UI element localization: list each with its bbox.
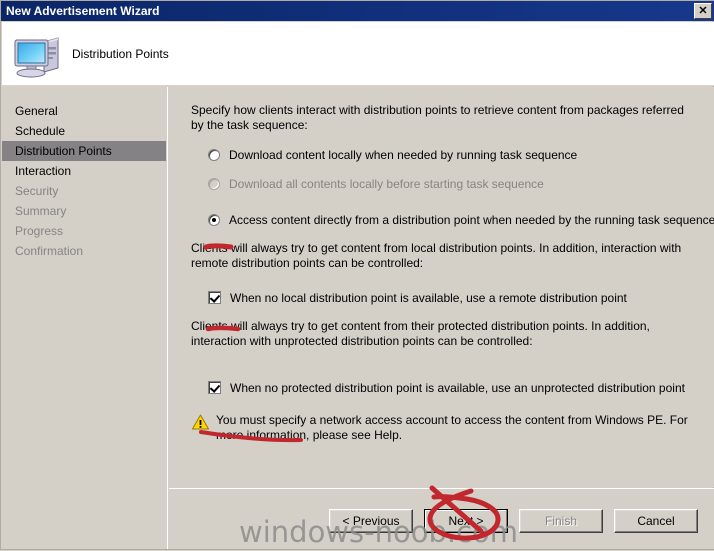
sidebar-item-general[interactable]: General [2, 101, 167, 121]
protected-distribution-note: Clients will always try to get content f… [191, 319, 650, 348]
sidebar-item-summary: Summary [15, 204, 67, 218]
title-bar: New Advertisement Wizard ✕ [1, 1, 714, 21]
checkbox-unprotected-row[interactable]: When no protected distribution point is … [191, 381, 698, 395]
computer-icon [10, 28, 66, 80]
intro-text: Specify how clients interact with distri… [191, 103, 684, 132]
local-distribution-note: Clients will always try to get content f… [191, 241, 682, 270]
checkbox-unprotected-label: When no protected distribution point is … [230, 381, 685, 395]
close-icon[interactable]: ✕ [694, 3, 712, 19]
radio-download-locally-row[interactable]: Download content locally when needed by … [191, 148, 698, 162]
checkbox-remote-row[interactable]: When no local distribution point is avai… [191, 291, 698, 305]
radio-download-all-label: Download all contents locally before sta… [229, 177, 544, 191]
finish-button: Finish [519, 509, 603, 533]
sidebar-item-interaction[interactable]: Interaction [2, 161, 167, 181]
previous-button[interactable]: < Previous [329, 509, 413, 533]
warning-triangle-icon [192, 414, 209, 430]
radio-download-all-row: Download all contents locally before sta… [191, 177, 698, 191]
sidebar-item-distribution-points[interactable]: Distribution Points [2, 141, 166, 161]
warning-message: You must specify a network access accoun… [191, 413, 692, 443]
radio-download-locally[interactable] [208, 149, 220, 161]
wizard-step-nav: General Schedule Distribution Points Int… [2, 87, 168, 549]
radio-access-directly-label: Access content directly from a distribut… [229, 213, 714, 227]
radio-access-directly[interactable] [208, 214, 220, 226]
next-button[interactable]: Next > [424, 509, 508, 533]
wizard-button-row: < Previous Next > Finish Cancel [169, 509, 714, 533]
checkbox-unprotected-distribution-point[interactable] [208, 381, 221, 394]
sidebar-item-security: Security [15, 184, 59, 198]
cancel-button[interactable]: Cancel [614, 509, 698, 533]
checkbox-remote-label: When no local distribution point is avai… [230, 291, 627, 305]
sidebar-item-confirmation: Confirmation [15, 244, 84, 258]
wizard-window: New Advertisement Wizard ✕ Distribution … [0, 0, 714, 550]
sidebar-item-progress: Progress [15, 224, 64, 238]
radio-download-all [208, 178, 220, 190]
warning-text: You must specify a network access accoun… [216, 413, 688, 442]
page-title: Distribution Points [72, 46, 169, 61]
wizard-content-panel: Specify how clients interact with distri… [169, 87, 714, 487]
sidebar-item-schedule[interactable]: Schedule [2, 121, 167, 141]
checkbox-remote-distribution-point[interactable] [208, 291, 221, 304]
radio-download-locally-label: Download content locally when needed by … [229, 148, 578, 162]
wizard-header: Distribution Points [2, 22, 714, 86]
wizard-button-bar: < Previous Next > Finish Cancel [169, 488, 714, 549]
window-title: New Advertisement Wizard [6, 4, 160, 18]
radio-access-directly-row[interactable]: Access content directly from a distribut… [191, 213, 714, 227]
